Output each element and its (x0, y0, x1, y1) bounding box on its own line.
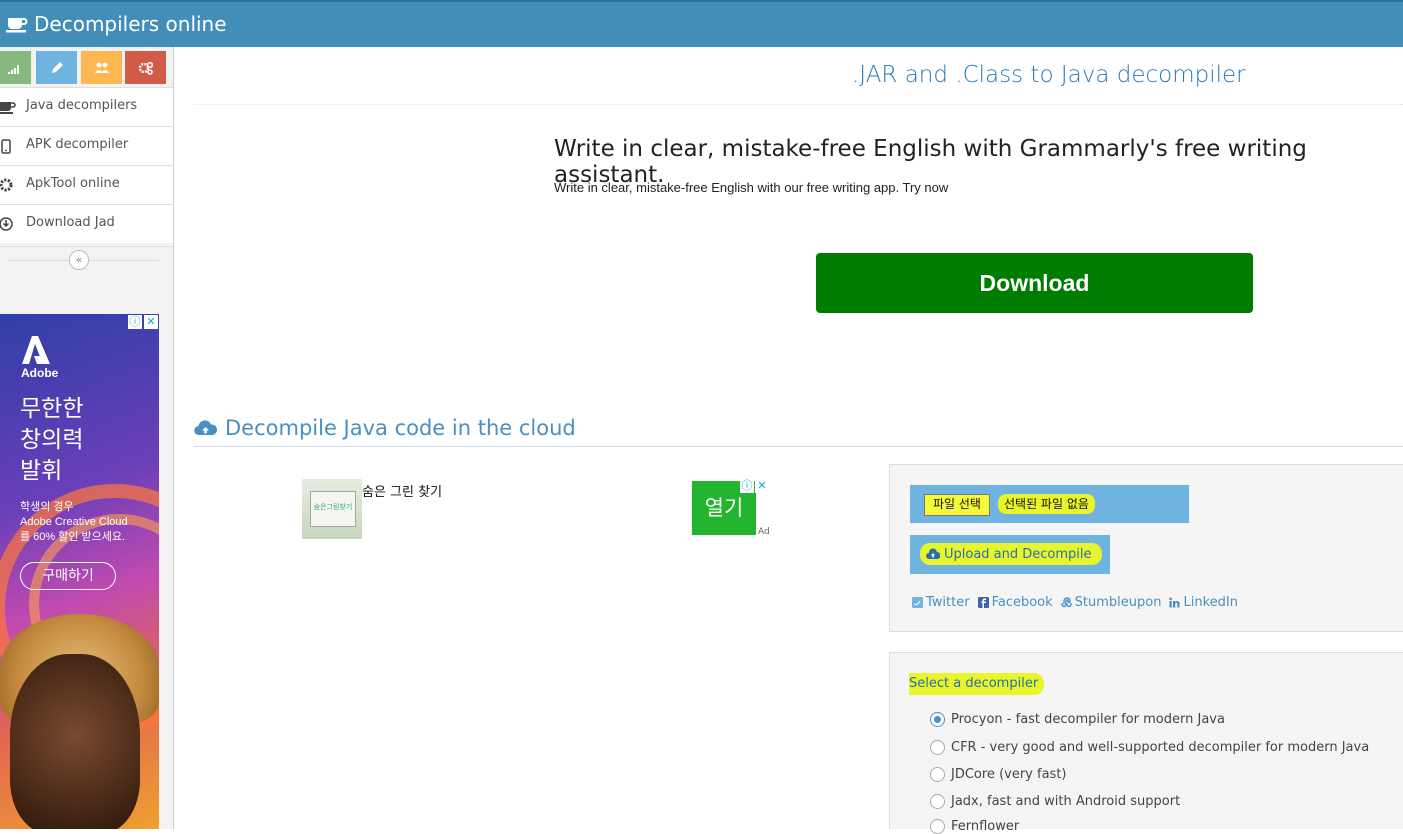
sidebar-item-download-jad[interactable]: Download Jad (0, 204, 173, 243)
ad-thumbnail-text: 숨은그림찾기 (313, 503, 353, 511)
sidebar-collapse: « (0, 246, 173, 274)
title-divider (194, 104, 1403, 105)
decompiler-title: Select a decompiler (909, 673, 1045, 695)
decompiler-option-label: Jadx, fast and with Android support (951, 794, 1181, 809)
ad-thumbnail-card: 숨은그림찾기 (310, 491, 356, 527)
decompiler-option-jadx[interactable]: Jadx, fast and with Android support (930, 794, 1180, 809)
share-linkedin-link[interactable]: LinkedIn (1169, 595, 1238, 610)
decompiler-option-jdcore[interactable]: JDCore (very fast) (930, 767, 1066, 782)
ad-subtext-line: 를 60% 할인 받으세요. (20, 531, 126, 543)
file-input-row: 파일 선택 선택된 파일 없음 (910, 485, 1189, 523)
sidebar-item-apktool-online[interactable]: ApkTool online (0, 165, 173, 204)
decompiler-option-fernflower[interactable]: Fernflower (930, 819, 1019, 834)
file-input-status: 선택된 파일 없음 (998, 494, 1095, 514)
ad-info-icon[interactable]: ⓘ (128, 315, 142, 329)
signal-icon (7, 64, 19, 74)
sidebar-item-label: Java decompilers (26, 98, 138, 113)
decompiler-option-label: JDCore (very fast) (951, 767, 1067, 782)
adobe-ad-banner[interactable]: Adobe 무한한 창의력 발휘 학생의 경우 Adobe Creative C… (0, 314, 159, 829)
share-label: Stumbleupon (1074, 595, 1162, 610)
decompiler-option-cfr[interactable]: CFR - very good and well-supported decom… (930, 740, 1369, 755)
sidebar-item-java-decompilers[interactable]: Java decompilers (0, 87, 173, 126)
ad-buy-button[interactable]: 구매하기 (20, 562, 116, 590)
cloud-upload-icon (194, 420, 217, 436)
upload-panel: 파일 선택 선택된 파일 없음 Upload and Decompile Twi… (889, 464, 1403, 632)
ad-subtext-line: 학생의 경우 (20, 501, 74, 513)
ad-controls: ⓘ ✕ (128, 315, 158, 329)
choose-file-button[interactable]: 파일 선택 (924, 494, 990, 516)
users-icon (94, 62, 109, 73)
shortcut-edit-button[interactable] (36, 51, 77, 84)
ad-subtext: 학생의 경우 Adobe Creative Cloud 를 60% 할인 받으세… (20, 500, 128, 545)
radio-button[interactable] (930, 740, 945, 755)
ad-headline-line: 발휘 (20, 458, 63, 484)
ad-headline-line: 무한한 (20, 396, 84, 422)
cogs-icon (138, 61, 153, 75)
pencil-icon (51, 61, 63, 73)
section-divider (194, 446, 1403, 447)
stumbleupon-icon (1060, 597, 1072, 608)
sidebar-item-label: APK decompiler (26, 137, 129, 152)
section-title: Decompile Java code in the cloud (225, 416, 576, 440)
radio-button[interactable] (930, 712, 945, 727)
sidebar-item-label: ApkTool online (26, 176, 120, 191)
sidebar-nav: Java decompilers APK decompiler ApkTool … (0, 87, 173, 243)
coffee-icon (6, 18, 28, 33)
radio-button[interactable] (930, 794, 945, 809)
share-label: LinkedIn (1183, 595, 1238, 610)
ad-thumbnail[interactable]: 숨은그림찾기 (302, 479, 362, 539)
share-stumbleupon-link[interactable]: Stumbleupon (1060, 595, 1162, 610)
decompiler-panel: Select a decompiler Procyon - fast decom… (889, 652, 1403, 834)
ad-text-link[interactable]: 숨은 그린 찾기 (362, 481, 442, 500)
ad-headline: 무한한 창의력 발휘 (20, 394, 83, 487)
share-facebook-link[interactable]: Facebook (977, 595, 1053, 610)
sidebar-item-apk-decompiler[interactable]: APK decompiler (0, 126, 173, 165)
decompiler-option-label: CFR - very good and well-supported decom… (951, 740, 1370, 755)
ad-close-icon[interactable]: ✕ (144, 315, 158, 329)
adobe-logo-icon (22, 336, 50, 364)
twitter-icon (912, 597, 923, 608)
decompiler-option-procyon[interactable]: Procyon - fast decompiler for modern Jav… (930, 712, 1225, 727)
download-icon (0, 217, 13, 231)
collapse-sidebar-button[interactable]: « (69, 250, 89, 270)
cog-icon (0, 178, 13, 192)
ad-portrait-face (10, 654, 140, 829)
ad-subtext-line: Adobe Creative Cloud (20, 516, 128, 528)
shortcut-settings-button[interactable] (125, 51, 166, 84)
ad-headline-line: 창의력 (20, 427, 84, 453)
ad-label: Ad (758, 527, 770, 537)
share-twitter-link[interactable]: Twitter (912, 595, 970, 610)
ad-controls: ⓘ ✕ (740, 479, 769, 493)
upload-decompile-label: Upload and Decompile (944, 546, 1092, 562)
section-header: Decompile Java code in the cloud (194, 416, 576, 440)
shortcut-stats-button[interactable] (0, 51, 31, 84)
ad-info-icon[interactable]: ⓘ (740, 479, 754, 493)
adobe-brand-name: Adobe (21, 366, 59, 380)
grammarly-ad-subtext[interactable]: Write in clear, mistake-free English wit… (554, 180, 948, 195)
coffee-icon (0, 102, 16, 114)
share-label: Facebook (991, 595, 1053, 610)
facebook-icon (977, 597, 989, 608)
download-button[interactable]: Download (816, 253, 1253, 313)
linkedin-icon (1169, 597, 1180, 608)
upload-row: Upload and Decompile (910, 535, 1110, 574)
decompiler-option-label: Fernflower (951, 819, 1020, 834)
decompiler-option-label: Procyon - fast decompiler for modern Jav… (951, 712, 1225, 727)
top-navbar: Decompilers online (0, 0, 1403, 47)
brand[interactable]: Decompilers online (6, 12, 227, 36)
shortcut-users-button[interactable] (81, 51, 122, 84)
share-links: Twitter Facebook Stumbleupon LinkedIn (912, 595, 1238, 610)
cloud-upload-icon (926, 548, 940, 559)
page-title: .JAR and .Class to Java decompiler (852, 62, 1246, 88)
ad-close-icon[interactable]: ✕ (755, 479, 769, 493)
upload-decompile-button[interactable]: Upload and Decompile (920, 543, 1102, 565)
radio-button[interactable] (930, 819, 945, 834)
radio-button[interactable] (930, 767, 945, 782)
share-label: Twitter (926, 595, 970, 610)
mobile-icon (1, 139, 11, 154)
sidebar-item-label: Download Jad (26, 215, 115, 230)
app-title: Decompilers online (34, 12, 227, 36)
